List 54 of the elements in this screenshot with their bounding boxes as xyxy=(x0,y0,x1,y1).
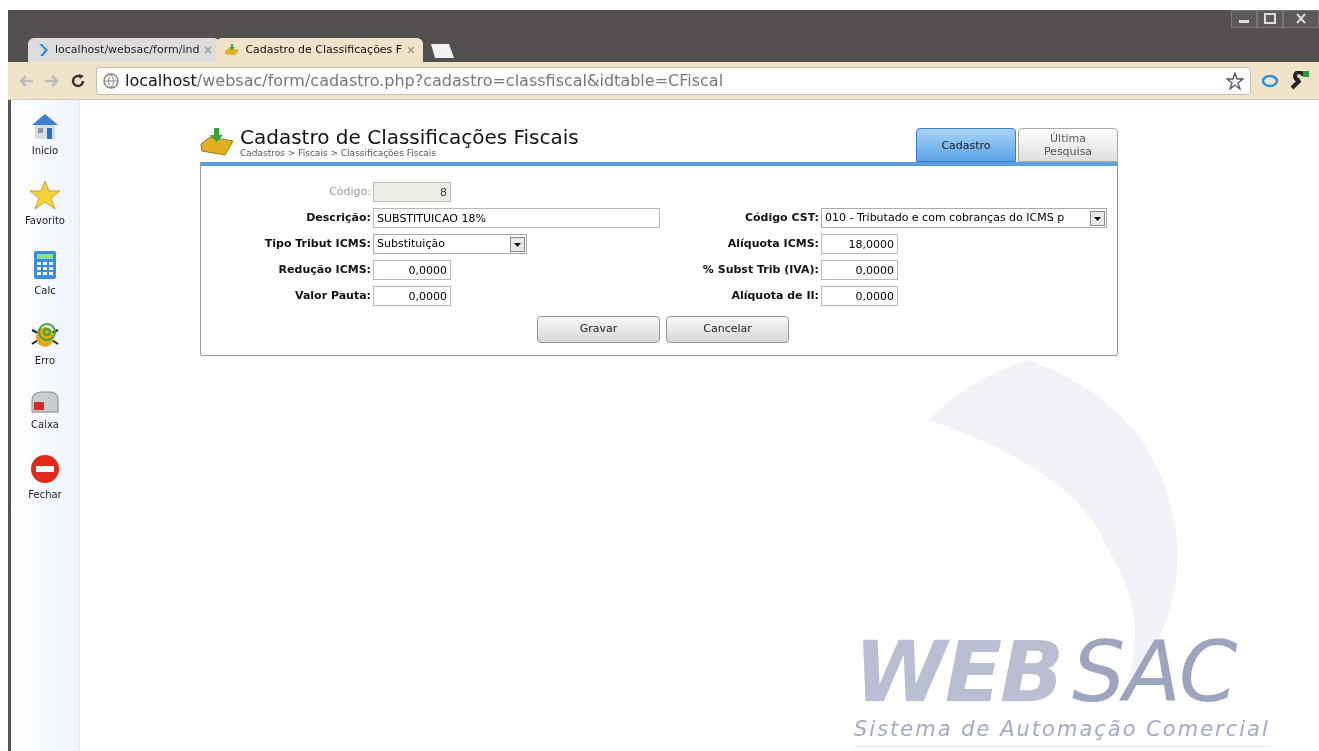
tagline-text: Sistema de Automação Comercial xyxy=(854,714,1270,747)
house-icon xyxy=(30,112,60,140)
field-label: % Subst Trib (IVA): xyxy=(701,261,819,278)
input-field[interactable]: 0,0000 xyxy=(373,286,451,306)
address-bar[interactable]: localhost/websac/form/cadastro.php?cadastro=classfiscal&idtable=CFiscal xyxy=(96,66,1251,95)
form-button[interactable]: Cancelar xyxy=(666,316,789,343)
input-field[interactable]: 0,0000 xyxy=(373,260,451,280)
maximize-icon[interactable] xyxy=(1257,10,1283,28)
input-field[interactable]: 0,0000 xyxy=(821,286,898,306)
new-tab-icon[interactable] xyxy=(429,43,456,59)
sidebar-item[interactable]: Fechar xyxy=(28,454,62,502)
input-field[interactable]: 0,0000 xyxy=(821,260,898,280)
sidebar-item[interactable]: Caixa xyxy=(30,390,60,432)
page-title: Cadastro de Classificações Fiscais xyxy=(240,126,579,148)
sidebar-item[interactable]: Calc xyxy=(33,250,57,298)
wordmark-text: SAC xyxy=(1072,630,1236,714)
field-label: Descrição: xyxy=(305,209,371,226)
wordmark-text: WEB xyxy=(854,630,1063,714)
field-label: Alíquota de II: xyxy=(730,287,819,304)
url-text: localhost/websac/form/cadastro.php?cadastro=classfiscal&idtable=CFiscal xyxy=(125,69,725,92)
field-label: Valor Pauta: xyxy=(293,287,371,304)
field-label: Código CST: xyxy=(743,209,819,226)
breadcrumb: Cadastros > Fiscais > Classificações Fiscais xyxy=(240,148,437,158)
select-value: 010 - Tributado e com cobranças do ICMS p xyxy=(825,209,1066,226)
bug-target-icon xyxy=(29,320,61,350)
form-tab[interactable]: Cadastro xyxy=(916,128,1016,162)
sidebar-item[interactable]: Erro xyxy=(29,320,61,368)
star-icon xyxy=(29,180,61,210)
sidebar-item[interactable]: Favorito xyxy=(25,180,65,228)
field-label: Redução ICMS: xyxy=(277,261,371,278)
sidebar-item[interactable]: Inicio xyxy=(30,112,60,158)
globe-icon xyxy=(103,72,119,89)
select-field[interactable]: Substituição xyxy=(373,234,527,254)
tab-title: localhost/websac/form/ind xyxy=(55,41,200,58)
input-field[interactable]: 18,0000 xyxy=(821,234,898,254)
reload-icon[interactable] xyxy=(70,72,86,89)
browser-tab[interactable]: Cadastro de Classificações F xyxy=(216,38,424,62)
field-label: Alíquota ICMS: xyxy=(726,235,819,252)
select-value: Substituição xyxy=(377,235,446,252)
inbox-icon xyxy=(200,127,234,157)
form-button[interactable]: Gravar xyxy=(537,316,660,343)
calculator-icon xyxy=(33,250,57,280)
minimize-icon[interactable] xyxy=(1231,10,1257,28)
inbox-icon xyxy=(224,43,241,57)
form-tab[interactable]: Última Pesquisa xyxy=(1018,128,1118,162)
field-label: Código: xyxy=(328,183,371,200)
select-field[interactable]: 010 - Tributado e com cobranças do ICMS p xyxy=(821,208,1107,228)
star-icon[interactable] xyxy=(1226,71,1244,90)
mailbox-icon xyxy=(30,390,60,414)
input-field[interactable]: SUBSTITUICAO 18% xyxy=(373,208,660,228)
field-label: Tipo Tribut ICMS: xyxy=(263,235,371,252)
tab-title: Cadastro de Classificações F xyxy=(245,41,403,58)
close-icon[interactable] xyxy=(1283,10,1319,28)
no-entry-icon xyxy=(30,454,60,484)
